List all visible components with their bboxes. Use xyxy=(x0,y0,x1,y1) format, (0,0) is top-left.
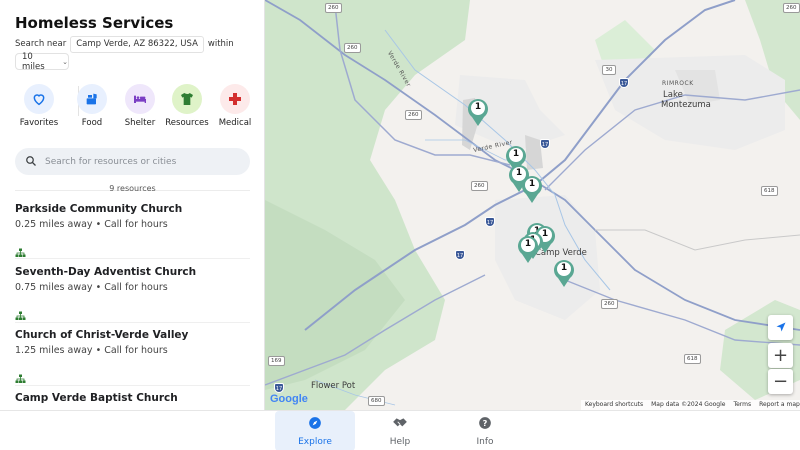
search-bar[interactable] xyxy=(15,148,250,175)
map-view[interactable]: Lake Montezuma Camp Verde Flower Pot RIM… xyxy=(265,0,800,410)
report-error-link[interactable]: Report a map error xyxy=(755,400,800,410)
route-shield: 260 xyxy=(601,299,618,309)
map-pin[interactable]: 1 xyxy=(520,174,544,204)
location-chip[interactable]: Camp Verde, AZ 86322, USA xyxy=(70,35,204,53)
category-label: Favorites xyxy=(19,118,59,128)
category-favorites[interactable]: Favorites xyxy=(16,84,62,128)
zoom-in-button[interactable]: + xyxy=(768,343,793,368)
map-attribution: Keyboard shortcuts Map data ©2024 Google… xyxy=(581,400,800,410)
category-label: Medical xyxy=(218,118,252,128)
resource-name: Camp Verde Baptist Church xyxy=(15,392,178,404)
network-icon xyxy=(15,243,26,262)
side-panel: Homeless Services Search near Camp Verde… xyxy=(0,0,265,410)
route-shield: 618 xyxy=(761,186,778,196)
map-place-label: RIMROCK xyxy=(662,80,694,87)
medical-cross-icon xyxy=(220,84,250,114)
category-label: Shelter xyxy=(124,118,156,128)
pin-count: 1 xyxy=(528,179,536,189)
radius-select[interactable]: 10 miles ⌄ xyxy=(15,51,69,72)
interstate-shield: 17 xyxy=(619,78,629,88)
interstate-shield: 17 xyxy=(274,383,284,393)
map-place-label: Montezuma xyxy=(661,100,711,110)
map-place-label: Flower Pot xyxy=(311,381,356,391)
list-divider xyxy=(15,258,250,259)
my-location-button[interactable] xyxy=(768,315,793,340)
list-divider xyxy=(15,385,250,386)
search-near-row: Search near Camp Verde, AZ 86322, USA wi… xyxy=(15,35,234,53)
list-item[interactable]: Seventh-Day Adventist Church 0.75 miles … xyxy=(15,266,250,328)
page-title: Homeless Services xyxy=(15,14,174,32)
heart-icon xyxy=(24,84,54,114)
category-label: Food xyxy=(81,118,103,128)
list-item[interactable]: Parkside Community Church 0.25 miles awa… xyxy=(15,203,250,265)
zoom-out-button[interactable]: − xyxy=(768,369,793,394)
route-shield: 30 xyxy=(602,65,616,75)
category-food[interactable]: Food xyxy=(69,84,115,128)
map-place-label: Lake xyxy=(663,90,683,100)
google-logo: Google xyxy=(270,393,308,405)
map-pin[interactable]: 1 xyxy=(516,234,540,264)
resource-meta: 1.25 miles away • Call for hours xyxy=(15,345,168,356)
tab-label: Explore xyxy=(298,437,332,447)
pin-count: 1 xyxy=(474,102,482,112)
map-pin[interactable]: 1 xyxy=(552,258,576,288)
category-medical[interactable]: Medical xyxy=(212,84,258,128)
handshake-icon xyxy=(392,415,408,434)
compass-icon xyxy=(308,415,322,434)
pin-count: 1 xyxy=(560,263,568,273)
food-icon xyxy=(77,84,107,114)
route-shield: 260 xyxy=(783,3,800,13)
help-circle-icon: ? xyxy=(478,415,492,434)
location-arrow-icon xyxy=(775,318,787,337)
route-shield: 260 xyxy=(325,3,342,13)
route-shield: 260 xyxy=(405,110,422,120)
interstate-shield: 17 xyxy=(455,250,465,260)
category-label: Resources xyxy=(165,118,209,128)
within-label: within xyxy=(207,39,234,49)
results-count: 9 resources xyxy=(109,184,156,193)
shirt-icon xyxy=(172,84,202,114)
tab-label: Help xyxy=(389,437,411,447)
category-shelter[interactable]: Shelter xyxy=(117,84,163,128)
chevron-down-icon: ⌄ xyxy=(62,57,68,66)
search-near-label: Search near xyxy=(15,39,67,49)
route-shield: 260 xyxy=(344,43,361,53)
bottom-nav: Explore Help ? Info xyxy=(0,410,800,450)
search-input[interactable] xyxy=(45,156,235,167)
category-resources[interactable]: Resources xyxy=(164,84,210,128)
map-base xyxy=(265,0,800,410)
route-shield: 260 xyxy=(471,181,488,191)
resource-meta: 0.25 miles away • Call for hours xyxy=(15,219,168,230)
map-pin[interactable]: 1 xyxy=(466,97,490,127)
tab-explore[interactable]: Explore xyxy=(275,411,355,450)
tab-info[interactable]: ? Info xyxy=(445,411,525,450)
pin-count: 1 xyxy=(524,239,532,249)
route-shield: 680 xyxy=(368,396,385,406)
resource-name: Seventh-Day Adventist Church xyxy=(15,266,197,278)
terms-link[interactable]: Terms xyxy=(729,400,755,410)
tab-label: Info xyxy=(476,437,494,447)
route-shield: 618 xyxy=(684,354,701,364)
resource-meta: 0.75 miles away • Call for hours xyxy=(15,282,168,293)
interstate-shield: 17 xyxy=(485,217,495,227)
keyboard-shortcuts-link[interactable]: Keyboard shortcuts xyxy=(581,400,647,410)
list-divider xyxy=(15,322,250,323)
list-item[interactable]: Camp Verde Baptist Church xyxy=(15,392,250,410)
plus-icon: + xyxy=(772,345,789,366)
svg-text:?: ? xyxy=(483,418,488,428)
bed-icon xyxy=(125,84,155,114)
category-bar: Favorites Food Shelter Resources Medical xyxy=(10,84,260,134)
radius-value: 10 miles xyxy=(22,51,45,72)
interstate-shield: 17 xyxy=(540,139,550,149)
resource-name: Parkside Community Church xyxy=(15,203,183,215)
resource-name: Church of Christ-Verde Valley xyxy=(15,329,189,341)
map-data-label: Map data ©2024 Google xyxy=(651,401,726,408)
route-shield: 169 xyxy=(268,356,285,366)
tab-help[interactable]: Help xyxy=(360,411,440,450)
minus-icon: − xyxy=(772,371,789,392)
list-item[interactable]: Church of Christ-Verde Valley 1.25 miles… xyxy=(15,329,250,391)
search-icon xyxy=(25,152,37,171)
pin-count: 1 xyxy=(512,149,520,159)
